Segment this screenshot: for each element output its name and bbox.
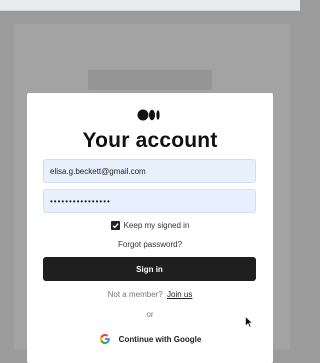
checkbox-checked[interactable] [110, 221, 120, 230]
forgot-password-link[interactable]: Forgot password? [27, 240, 273, 249]
keep-signed-in-row[interactable]: Keep my signed in [27, 221, 273, 230]
keep-signed-in-label: Keep my signed in [123, 221, 190, 230]
sign-in-modal: Your account Keep my signed in Forgot pa… [27, 93, 273, 363]
not-member-text: Not a member? [107, 290, 163, 299]
medium-logo-icon [137, 109, 160, 121]
join-us-link[interactable]: Join us [167, 290, 192, 299]
google-icon [99, 334, 110, 344]
continue-with-google-button[interactable]: Continue with Google [57, 329, 243, 349]
mouse-cursor-icon [245, 316, 253, 328]
google-button-label: Continue with Google [118, 334, 202, 344]
sign-in-button[interactable]: Sign in [43, 257, 256, 281]
checkmark-icon [112, 223, 119, 229]
page-title: Your account [82, 129, 218, 152]
password-field[interactable] [43, 189, 256, 213]
background-placeholder [88, 70, 212, 90]
not-member-row: Not a member? Join us [27, 290, 273, 299]
email-field[interactable] [43, 159, 256, 183]
browser-top-bar [0, 0, 300, 11]
or-divider: or [146, 310, 154, 319]
